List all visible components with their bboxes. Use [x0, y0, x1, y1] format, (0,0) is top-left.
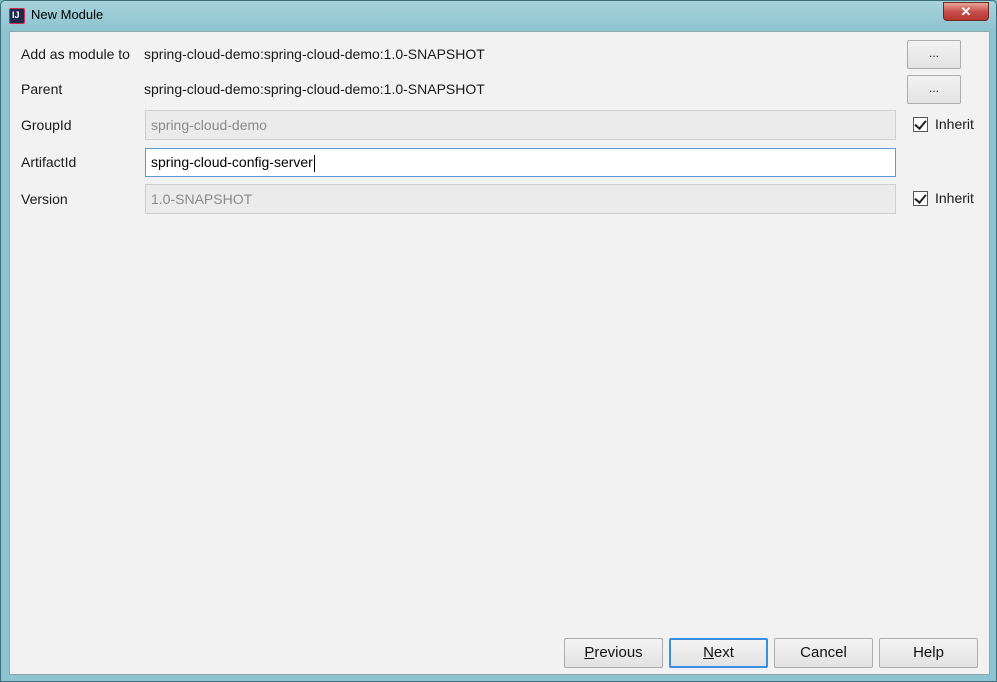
add-as-module-browse-button[interactable]: ... [907, 40, 961, 69]
text-caret [313, 154, 315, 172]
help-button[interactable]: Help [879, 638, 978, 668]
intellij-app-icon [9, 8, 25, 24]
dialog-content: Add as module to spring-cloud-demo:sprin… [9, 31, 990, 675]
parent-browse-button[interactable]: ... [907, 75, 961, 104]
group-id-inherit-label: Inherit [935, 116, 974, 132]
artifact-id-value: spring-cloud-config-server [151, 154, 313, 170]
add-as-module-label: Add as module to [21, 46, 130, 62]
previous-button[interactable]: Previous [564, 638, 663, 668]
add-as-module-value: spring-cloud-demo:spring-cloud-demo:1.0-… [144, 46, 485, 62]
group-id-field[interactable]: spring-cloud-demo [145, 110, 896, 140]
next-button[interactable]: Next [669, 638, 768, 668]
checkbox-checked-icon[interactable] [913, 117, 928, 132]
window-title: New Module [31, 7, 104, 22]
title-bar[interactable]: New Module ✕ [1, 1, 996, 31]
parent-label: Parent [21, 81, 63, 97]
next-mnemonic: N [703, 644, 714, 661]
version-field[interactable]: 1.0-SNAPSHOT [145, 184, 896, 214]
previous-label: revious [594, 644, 643, 661]
previous-mnemonic: P [584, 644, 595, 661]
checkbox-checked-icon[interactable] [913, 191, 928, 206]
close-button[interactable]: ✕ [943, 2, 989, 21]
group-id-label: GroupId [21, 117, 72, 133]
next-label: ext [713, 644, 734, 661]
parent-value: spring-cloud-demo:spring-cloud-demo:1.0-… [144, 81, 485, 97]
close-icon: ✕ [960, 4, 972, 19]
artifact-id-field[interactable]: spring-cloud-config-server [145, 148, 896, 177]
new-module-dialog: New Module ✕ Add as module to spring-clo… [0, 0, 997, 682]
artifact-id-label: ArtifactId [21, 154, 77, 170]
cancel-button[interactable]: Cancel [774, 638, 873, 668]
version-label: Version [21, 191, 68, 207]
version-inherit-label: Inherit [935, 190, 974, 206]
